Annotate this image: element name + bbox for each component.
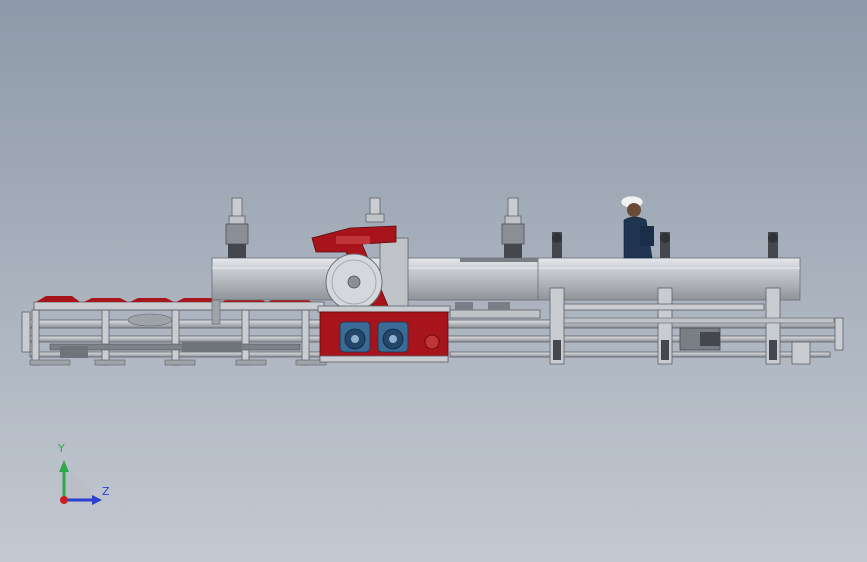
axis-triad-labels: Y Z xyxy=(40,440,130,520)
clamp-cylinder-1 xyxy=(225,197,249,258)
operator-figure xyxy=(620,195,654,259)
y-axis-label: Y xyxy=(58,442,65,455)
outfeed-support-1 xyxy=(549,232,565,365)
clamp-cylinder-3 xyxy=(501,197,525,258)
outfeed-support-2 xyxy=(657,232,673,365)
saw-blade xyxy=(325,253,383,311)
cad-viewport[interactable]: Y Z xyxy=(0,0,867,562)
drive-motor-1 xyxy=(339,321,371,353)
drive-motor-2 xyxy=(377,321,409,353)
clamp-cylinder-2 xyxy=(365,197,385,223)
z-axis-label: Z xyxy=(102,485,110,498)
machine-model xyxy=(21,195,844,505)
